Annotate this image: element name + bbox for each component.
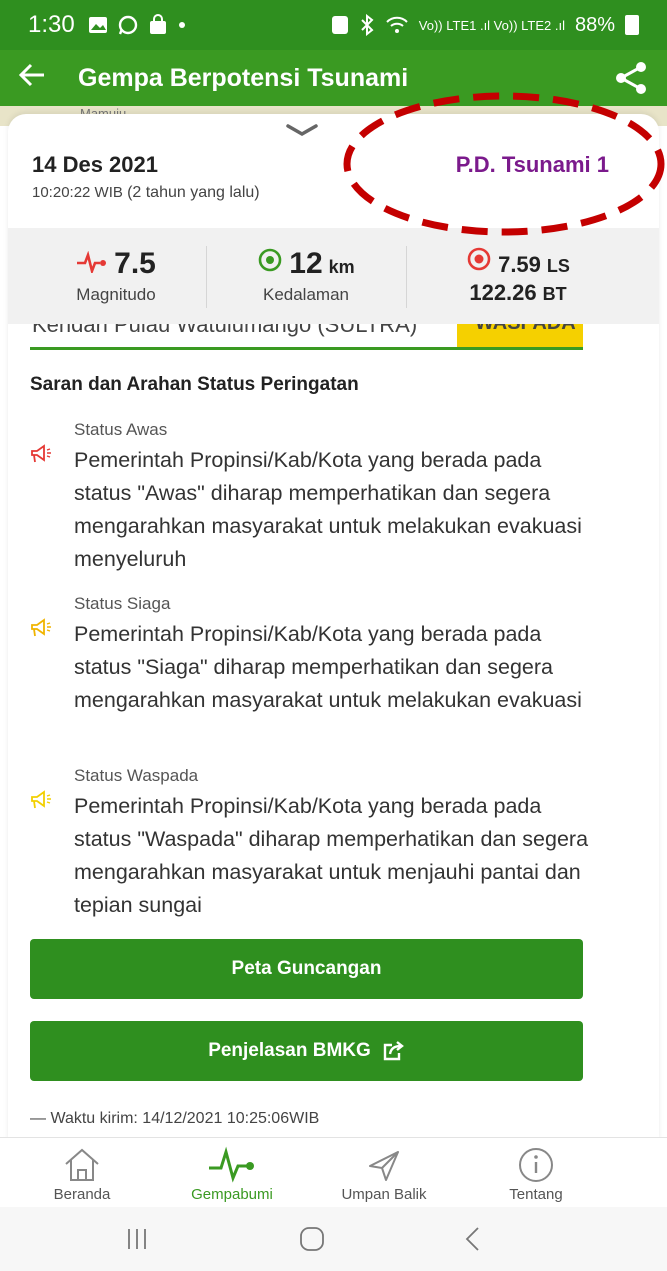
nav-label: Umpan Balik <box>341 1186 427 1203</box>
nav-item-tentang[interactable]: Tentang <box>466 1146 606 1203</box>
annotation-ellipse <box>343 92 665 236</box>
home-button-icon[interactable] <box>298 1225 326 1253</box>
external-link-icon <box>383 1041 404 1061</box>
location-stat: 7.59 LS 122.26 BT <box>408 228 628 324</box>
stat-divider <box>406 246 407 308</box>
advice-description: Pemerintah Propinsi/Kab/Kota yang berada… <box>74 448 582 571</box>
latitude-unit: LS <box>546 256 570 276</box>
advice-label: Status Waspada <box>74 766 199 785</box>
wifi-icon <box>386 16 408 33</box>
detail-sheet[interactable]: 14 Des 2021 10:20:22 WIB (2 tahun yang l… <box>8 114 659 1144</box>
magnitude-stat: 7.5 Magnitudo <box>28 228 204 324</box>
nav-item-umpan-balik[interactable]: Umpan Balik <box>314 1146 454 1203</box>
longitude-unit: BT <box>542 284 567 304</box>
sent-time: — Waktu kirim: 14/12/2021 10:25:06WIB <box>30 1110 320 1127</box>
megaphone-icon <box>31 444 51 463</box>
status-badge-text: WASPADA <box>475 324 576 335</box>
nfc-icon <box>331 16 348 34</box>
advice-item-waspada: Status Waspada Pemerintah Propinsi/Kab/K… <box>30 766 630 946</box>
location-target-icon <box>467 247 491 271</box>
back-button-icon[interactable] <box>462 1225 482 1253</box>
advice-item-awas: Status Awas Pemerintah Propinsi/Kab/Kota… <box>30 420 630 600</box>
recent-apps-icon[interactable] <box>125 1227 149 1251</box>
shake-map-button[interactable]: Peta Guncangan <box>30 939 583 999</box>
nav-label: Gempabumi <box>191 1186 273 1203</box>
event-date: 14 Des 2021 <box>32 152 158 177</box>
battery-icon <box>625 15 639 35</box>
advice-label: Status Awas <box>74 420 168 439</box>
warning-area-row: Kendari Pulau Watulumango (SULTRA) WASPA… <box>30 324 583 350</box>
magnitude-label: Magnitudo <box>76 285 156 304</box>
nav-item-beranda[interactable]: Beranda <box>12 1146 152 1203</box>
depth-label: Kedalaman <box>262 285 349 304</box>
nav-item-gempabumi[interactable]: Gempabumi <box>162 1146 302 1203</box>
event-time-row: 10:20:22 WIB (2 tahun yang lalu) <box>32 184 260 202</box>
longitude-value: 122.26 <box>469 280 537 305</box>
megaphone-icon <box>31 618 51 637</box>
stats-band: 7.5 Magnitudo 12 km Kedalaman 7.59 LS 12… <box>8 228 659 324</box>
info-icon <box>519 1148 553 1182</box>
nav-label: Tentang <box>509 1186 563 1203</box>
warning-area-name: Kendari Pulau Watulumango (SULTRA) <box>32 324 418 337</box>
shopping-bag-icon <box>149 14 166 34</box>
depth-unit: km <box>328 257 355 277</box>
advice-label: Status Siaga <box>74 594 171 613</box>
shake-map-label: Peta Guncangan <box>231 958 382 979</box>
depth-target-icon <box>258 248 282 272</box>
advice-title: Saran dan Arahan Status Peringatan <box>30 374 359 395</box>
home-icon <box>65 1148 99 1181</box>
bmkg-info-button[interactable]: Penjelasan BMKG <box>30 1021 583 1081</box>
bottom-nav: Beranda Gempabumi Umpan Balik Tentang <box>0 1137 667 1207</box>
dot-icon <box>178 22 185 28</box>
signal-text: Vo)) LTE1 .ıl Vo)) LTE2 .ıl <box>418 17 565 33</box>
advice-item-siaga: Status Siaga Pemerintah Propinsi/Kab/Kot… <box>30 594 630 774</box>
depth-value: 12 <box>289 247 323 280</box>
send-icon <box>369 1151 399 1181</box>
chevron-down-icon[interactable] <box>282 120 322 140</box>
bmkg-info-label: Penjelasan BMKG <box>208 1040 371 1061</box>
status-time: 1:30 <box>28 11 75 38</box>
status-bar: 1:30 Vo)) LTE1 .ıl Vo)) LTE2 .ıl 88% <box>0 0 667 50</box>
magnitude-value: 7.5 <box>114 247 156 280</box>
system-navigation-bar <box>0 1207 667 1271</box>
whatsapp-icon <box>118 15 137 35</box>
advice-description: Pemerintah Propinsi/Kab/Kota yang berada… <box>74 794 589 917</box>
advice-description: Pemerintah Propinsi/Kab/Kota yang berada… <box>74 622 582 712</box>
stat-divider <box>206 246 207 308</box>
gallery-icon <box>88 17 107 33</box>
arrow-left-icon[interactable] <box>18 61 66 95</box>
depth-stat: 12 km Kedalaman <box>208 228 404 324</box>
event-ago: (2 tahun yang lalu) <box>127 184 260 201</box>
pulse-icon <box>77 251 107 273</box>
status-badge: WASPADA <box>457 324 583 347</box>
event-time: 10:20:22 WIB <box>32 184 123 201</box>
pulse-icon <box>209 1146 254 1183</box>
bluetooth-icon <box>361 14 374 36</box>
megaphone-icon <box>31 790 51 809</box>
latitude-value: 7.59 <box>498 252 541 277</box>
battery-percent: 88% <box>574 13 615 36</box>
nav-label: Beranda <box>53 1186 111 1203</box>
